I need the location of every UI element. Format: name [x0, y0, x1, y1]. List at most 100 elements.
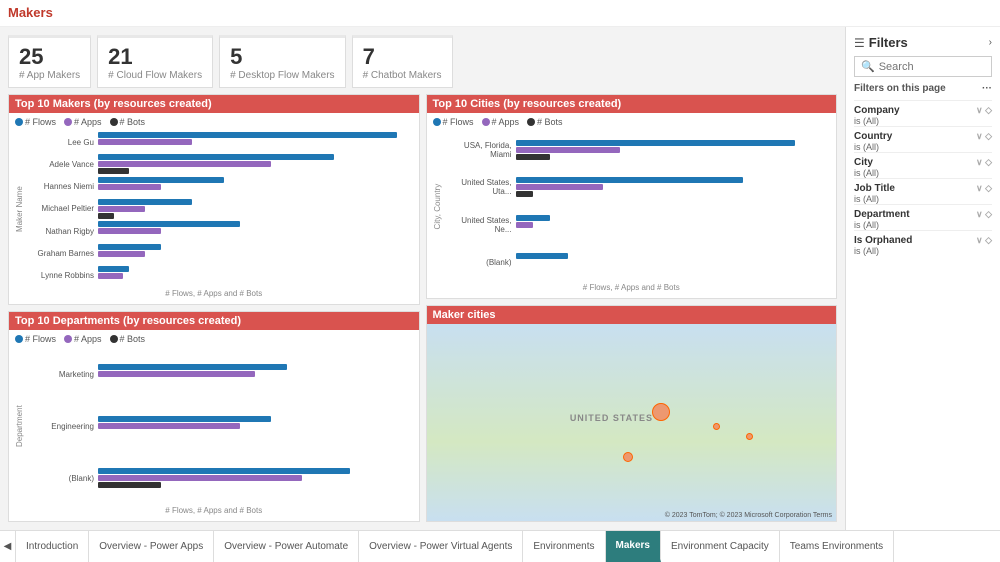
tab-introduction[interactable]: Introduction: [16, 531, 89, 562]
departments-x-label: # Flows, # Apps and # Bots: [15, 506, 413, 515]
filter-item-icons: ∨ ◇: [976, 131, 992, 142]
tab-teams-environments[interactable]: Teams Environments: [780, 531, 894, 562]
right-charts: Top 10 Cities (by resources created) # F…: [426, 94, 838, 522]
filter-item-icons: ∨ ◇: [976, 235, 992, 246]
search-input[interactable]: [879, 61, 985, 73]
bar-row: United States, Uta...: [447, 177, 831, 197]
tab-makers[interactable]: Makers: [606, 531, 661, 562]
bar-row: Graham Barnes: [29, 244, 413, 264]
legend-item: # Flows: [433, 117, 474, 127]
bar-row: (Blank): [447, 253, 831, 273]
filter-item-value: is (All): [854, 194, 992, 204]
legend-item: # Apps: [64, 117, 102, 127]
makers-chart: Top 10 Makers (by resources created) # F…: [8, 94, 420, 305]
left-charts: Top 10 Makers (by resources created) # F…: [8, 94, 420, 522]
cities-chart: Top 10 Cities (by resources created) # F…: [426, 94, 838, 299]
filters-header: ☰ Filters ›: [854, 35, 992, 50]
tab-environments[interactable]: Environments: [523, 531, 605, 562]
bar-segment: [98, 184, 161, 190]
tab-overview---power-automate[interactable]: Overview - Power Automate: [214, 531, 359, 562]
search-box[interactable]: 🔍: [854, 56, 992, 77]
page-title: Makers: [8, 5, 53, 20]
bar-segment: [98, 244, 161, 250]
cities-legend: # Flows# Apps# Bots: [433, 117, 831, 127]
bar-segment: [98, 132, 397, 138]
bar-segment: [98, 266, 129, 272]
bar-segment: [98, 228, 161, 234]
filter-item[interactable]: Country ∨ ◇ is (All): [854, 126, 992, 152]
filter-item[interactable]: Job Title ∨ ◇ is (All): [854, 178, 992, 204]
bar-segment: [98, 221, 240, 227]
cities-chart-title: Top 10 Cities (by resources created): [427, 95, 837, 113]
filter-item-icons: ∨ ◇: [976, 157, 992, 168]
filter-item[interactable]: Is Orphaned ∨ ◇ is (All): [854, 230, 992, 256]
filters-panel: ☰ Filters › 🔍 Filters on this page ··· C…: [845, 27, 1000, 530]
bar-segment: [98, 468, 350, 474]
bar-row: Lee Gu: [29, 132, 413, 152]
bar-segment: [98, 475, 302, 481]
cities-bars: USA, Florida, Miami United States, Uta...…: [447, 131, 831, 281]
map-dot: [746, 433, 753, 440]
makers-legend: # Flows # Apps # Bots: [15, 117, 413, 127]
tab-overview---power-apps[interactable]: Overview - Power Apps: [89, 531, 214, 562]
departments-chart: Top 10 Departments (by resources created…: [8, 311, 420, 522]
departments-chart-title: Top 10 Departments (by resources created…: [9, 312, 419, 330]
cities-y-label: City, Country: [433, 131, 445, 281]
map-dot: [623, 452, 633, 462]
legend-item: # Flows: [15, 334, 56, 344]
filter-item[interactable]: Department ∨ ◇ is (All): [854, 204, 992, 230]
makers-x-label: # Flows, # Apps and # Bots: [15, 289, 413, 298]
map-dot: [713, 423, 720, 430]
filter-item-name: Job Title ∨ ◇: [854, 183, 992, 194]
tab-environment-capacity[interactable]: Environment Capacity: [661, 531, 780, 562]
filters-expand-icon[interactable]: ›: [989, 37, 992, 48]
bar-row: USA, Florida, Miami: [447, 140, 831, 160]
bar-segment: [98, 168, 129, 174]
map-dot: [652, 403, 670, 421]
kpi-value: 21: [108, 44, 202, 70]
filter-item[interactable]: City ∨ ◇ is (All): [854, 152, 992, 178]
bar-segment: [98, 161, 271, 167]
bar-row: Engineering: [29, 416, 413, 436]
charts-area: Top 10 Makers (by resources created) # F…: [8, 94, 837, 522]
filter-section-options: ···: [982, 83, 992, 94]
bar-segment: [516, 222, 533, 228]
legend-item: # Apps: [64, 334, 102, 344]
filter-icon: ☰: [854, 36, 865, 50]
filter-section-label: Filters on this page ···: [854, 83, 992, 94]
bar-segment: [98, 423, 240, 429]
bar-segment: [98, 213, 114, 219]
filter-item-name: Company ∨ ◇: [854, 105, 992, 116]
bar-segment: [98, 206, 145, 212]
tab-bar: ◀ IntroductionOverview - Power AppsOverv…: [0, 530, 1000, 562]
kpi-label: # Chatbot Makers: [363, 70, 442, 81]
legend-item: # Flows: [15, 117, 56, 127]
kpi-value: 7: [363, 44, 442, 70]
kpi-label: # Desktop Flow Makers: [230, 70, 334, 81]
bar-row: United States, Ne...: [447, 215, 831, 235]
legend-item: # Bots: [110, 117, 146, 127]
bar-segment: [98, 177, 224, 183]
kpi-label: # Cloud Flow Makers: [108, 70, 202, 81]
filter-item-value: is (All): [854, 246, 992, 256]
bar-segment: [516, 253, 568, 259]
bar-segment: [98, 199, 192, 205]
makers-bars: Lee GuAdele VanceHannes NiemiMichael Pel…: [29, 131, 413, 287]
bar-segment: [98, 416, 271, 422]
legend-item: # Bots: [110, 334, 146, 344]
filter-item[interactable]: Company ∨ ◇ is (All): [854, 100, 992, 126]
tab-prev-button[interactable]: ◀: [0, 531, 16, 562]
kpi-value: 5: [230, 44, 334, 70]
filter-item-value: is (All): [854, 116, 992, 126]
bar-row: (Blank): [29, 468, 413, 488]
tab-overview---power-virtual-agents[interactable]: Overview - Power Virtual Agents: [359, 531, 523, 562]
bar-row: Adele Vance: [29, 154, 413, 174]
bar-segment: [516, 147, 621, 153]
filter-item-value: is (All): [854, 142, 992, 152]
kpi-card: 7# Chatbot Makers: [352, 35, 453, 88]
filter-item-name: City ∨ ◇: [854, 157, 992, 168]
filter-item-icons: ∨ ◇: [976, 209, 992, 220]
cities-x-label: # Flows, # Apps and # Bots: [433, 283, 831, 292]
bar-segment: [98, 251, 145, 257]
filter-item-icons: ∨ ◇: [976, 183, 992, 194]
